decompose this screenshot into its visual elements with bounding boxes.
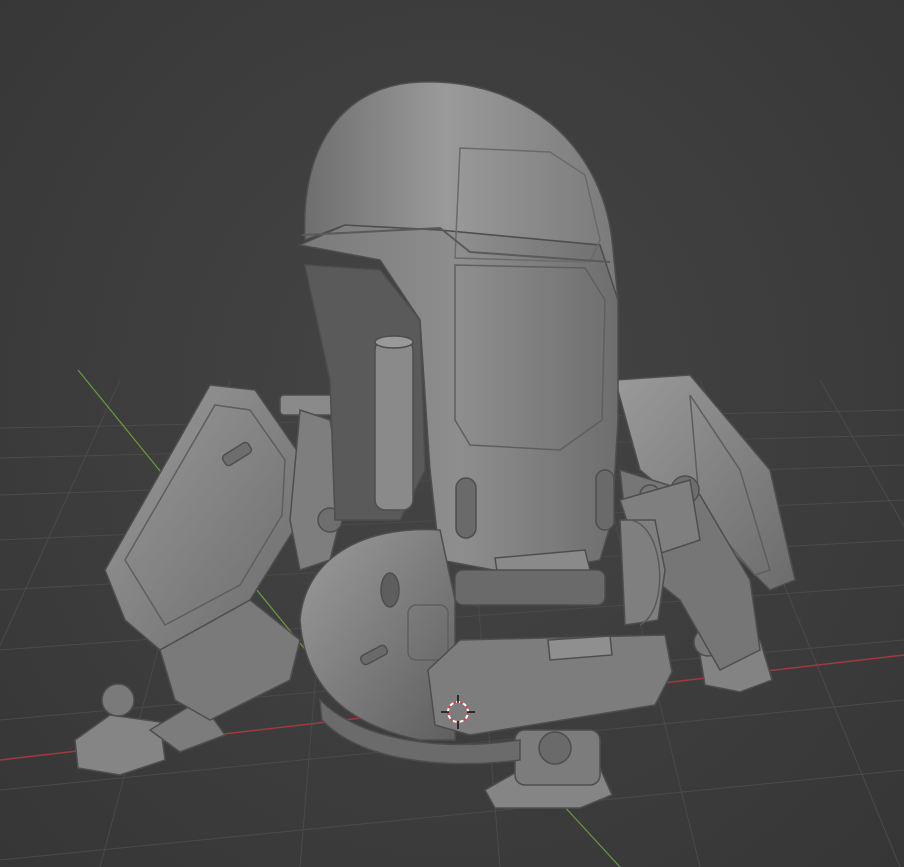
viewport-canvas[interactable] [0, 0, 904, 867]
robot-pod-model[interactable] [74, 81, 796, 809]
3d-viewport[interactable] [0, 0, 904, 867]
